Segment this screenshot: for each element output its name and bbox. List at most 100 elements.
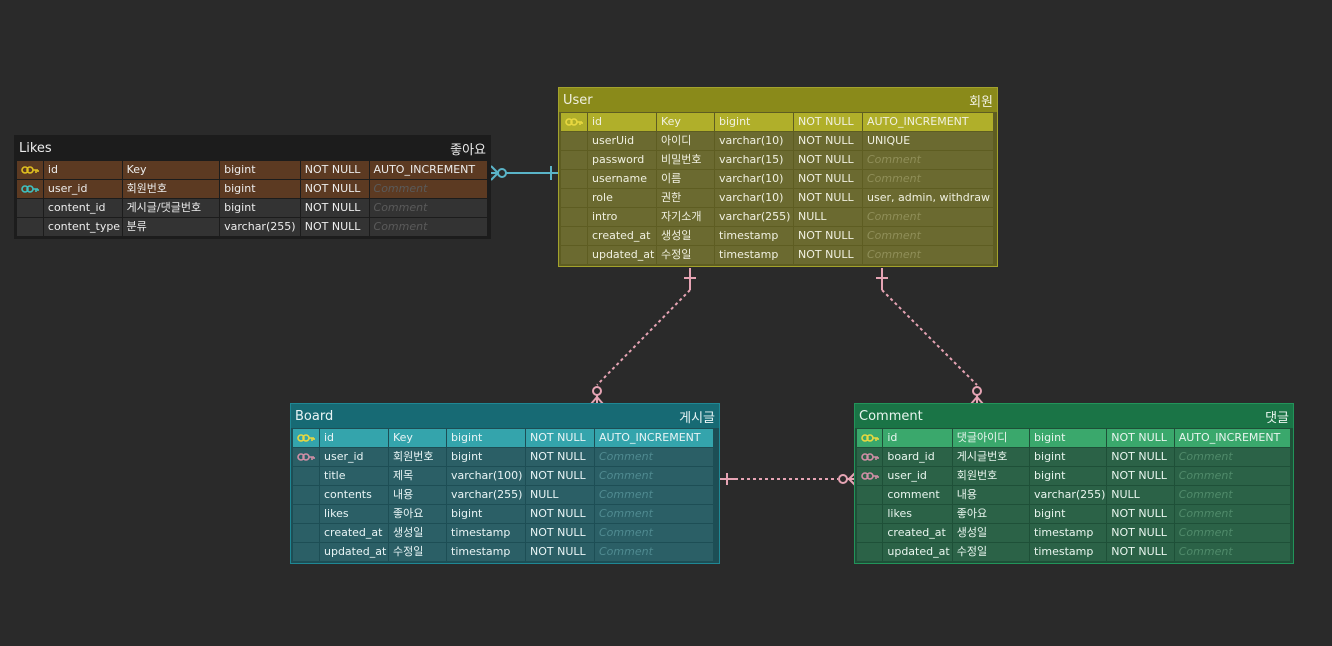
table-row[interactable]: content_type 분류 varchar(255) NOT NULL Commen… (17, 217, 488, 236)
column-nullability: NOT NULL (526, 466, 594, 485)
table-row[interactable]: user_id 회원번호 bigint NOT NULL Comment (293, 447, 717, 466)
table-row[interactable]: user_id 회원번호 bigint NOT NULL Comment (17, 179, 488, 198)
table-user[interactable]: User 회원 id Key bigint NOT NULL AUTO_INCREMEN… (558, 87, 998, 267)
table-row[interactable]: contents 내용 varchar(255) NULL Comment (293, 485, 717, 504)
column-description: 자기소개 (657, 207, 714, 226)
primary-key-icon (17, 160, 43, 179)
column-extra: Comment (1174, 485, 1290, 504)
column-name: content_id (43, 198, 122, 217)
table-row[interactable]: likes 좋아요 bigint NOT NULL Comment (857, 504, 1291, 523)
key-slot (857, 485, 883, 504)
table-row[interactable]: id Key bigint NOT NULL AUTO_INCREMENT (561, 112, 995, 131)
table-row[interactable]: created_at 생성일 timestamp NOT NULL Comment (561, 226, 995, 245)
foreign-key-icon (857, 447, 883, 466)
table-row[interactable]: comment 내용 varchar(255) NULL Comment (857, 485, 1291, 504)
table-likes[interactable]: Likes 좋아요 id Key bigint NOT NULL AUTO_INCREM… (14, 135, 491, 239)
table-row[interactable]: intro 자기소개 varchar(255) NULL Comment (561, 207, 995, 226)
column-type: timestamp (1030, 523, 1107, 542)
column-name: created_at (588, 226, 656, 245)
table-row[interactable]: created_at 생성일 timestamp NOT NULL Comment (293, 523, 717, 542)
column-type: bigint (1030, 466, 1107, 485)
relation-user-likes (490, 165, 558, 181)
foreign-key-icon (857, 466, 883, 485)
column-type: bigint (1030, 447, 1107, 466)
table-row[interactable]: title 제목 varchar(100) NOT NULL Comment (293, 466, 717, 485)
column-type: timestamp (715, 245, 793, 264)
column-nullability: NOT NULL (1107, 428, 1174, 447)
table-label: 좋아요 (450, 142, 486, 158)
column-description: Key (389, 428, 446, 447)
column-description: 좋아요 (952, 504, 1030, 523)
column-type: varchar(10) (715, 131, 793, 150)
table-row[interactable]: id Key bigint NOT NULL AUTO_INCREMENT (293, 428, 717, 447)
column-description: 아이디 (657, 131, 714, 150)
table-columns: id 댓글아이디 bigint NOT NULL AUTO_INCREMENT board… (855, 428, 1293, 563)
column-name: board_id (883, 447, 952, 466)
key-slot (561, 207, 587, 226)
table-row[interactable]: password 비밀번호 varchar(15) NOT NULL Comment (561, 150, 995, 169)
table-row[interactable]: username 이름 varchar(10) NOT NULL Comment (561, 169, 995, 188)
column-description: 게시글/댓글번호 (122, 198, 220, 217)
column-type: timestamp (447, 542, 525, 561)
column-nullability: NOT NULL (794, 112, 862, 131)
table-row[interactable]: user_id 회원번호 bigint NOT NULL Comment (857, 466, 1291, 485)
column-extra: Comment (863, 150, 993, 169)
table-row[interactable]: updated_at 수정일 timestamp NOT NULL Comment (293, 542, 717, 561)
primary-key-icon (857, 428, 883, 447)
table-board[interactable]: Board 게시글 id Key bigint NOT NULL AUTO_INCREM… (290, 403, 720, 564)
table-row[interactable]: userUid 아이디 varchar(10) NOT NULL UNIQUE (561, 131, 995, 150)
table-row[interactable]: id 댓글아이디 bigint NOT NULL AUTO_INCREMENT (857, 428, 1291, 447)
column-name: likes (320, 504, 388, 523)
column-nullability: NOT NULL (300, 217, 369, 236)
column-extra: AUTO_INCREMENT (369, 160, 487, 179)
column-name: user_id (43, 179, 122, 198)
column-extra: Comment (595, 466, 713, 485)
key-slot (561, 226, 587, 245)
column-type: bigint (220, 198, 300, 217)
column-description: 수정일 (657, 245, 714, 264)
table-row[interactable]: content_id 게시글/댓글번호 bigint NOT NULL Comment (17, 198, 488, 217)
column-extra: AUTO_INCREMENT (595, 428, 713, 447)
table-row[interactable]: created_at 생성일 timestamp NOT NULL Comment (857, 523, 1291, 542)
column-description: 좋아요 (389, 504, 446, 523)
key-slot (857, 523, 883, 542)
column-extra: Comment (1174, 523, 1290, 542)
column-name: password (588, 150, 656, 169)
table-row[interactable]: likes 좋아요 bigint NOT NULL Comment (293, 504, 717, 523)
table-name: Board (295, 408, 334, 424)
table-comment[interactable]: Comment 댓글 id 댓글아이디 bigint NOT NULL AUTO_INC… (854, 403, 1294, 564)
table-row[interactable]: board_id 게시글번호 bigint NOT NULL Comment (857, 447, 1291, 466)
column-type: varchar(255) (715, 207, 793, 226)
column-nullability: NOT NULL (794, 188, 862, 207)
primary-key-icon (293, 428, 319, 447)
table-row[interactable]: id Key bigint NOT NULL AUTO_INCREMENT (17, 160, 488, 179)
table-row[interactable]: role 권한 varchar(10) NOT NULL user, admin, wi… (561, 188, 995, 207)
column-extra: Comment (1174, 466, 1290, 485)
column-description: 권한 (657, 188, 714, 207)
column-name: comment (883, 485, 952, 504)
column-description: 생성일 (657, 226, 714, 245)
table-label: 댓글 (1265, 410, 1289, 426)
column-nullability: NOT NULL (794, 245, 862, 264)
table-row[interactable]: updated_at 수정일 timestamp NOT NULL Comment (857, 542, 1291, 561)
key-slot (293, 504, 319, 523)
key-slot (561, 188, 587, 207)
column-nullability: NULL (1107, 485, 1174, 504)
column-description: 회원번호 (952, 466, 1030, 485)
key-slot (293, 466, 319, 485)
table-row[interactable]: updated_at 수정일 timestamp NOT NULL Comment (561, 245, 995, 264)
foreign-key-icon (293, 447, 319, 466)
column-nullability: NOT NULL (1107, 504, 1174, 523)
column-type: bigint (1030, 504, 1107, 523)
key-slot (561, 245, 587, 264)
column-name: likes (883, 504, 952, 523)
column-name: user_id (883, 466, 952, 485)
column-extra: Comment (595, 523, 713, 542)
key-slot (17, 217, 43, 236)
column-nullability: NOT NULL (526, 523, 594, 542)
column-extra: Comment (1174, 447, 1290, 466)
table-label: 게시글 (679, 410, 715, 426)
column-description: 회원번호 (389, 447, 446, 466)
key-slot (561, 169, 587, 188)
relation-user-board (590, 268, 696, 405)
